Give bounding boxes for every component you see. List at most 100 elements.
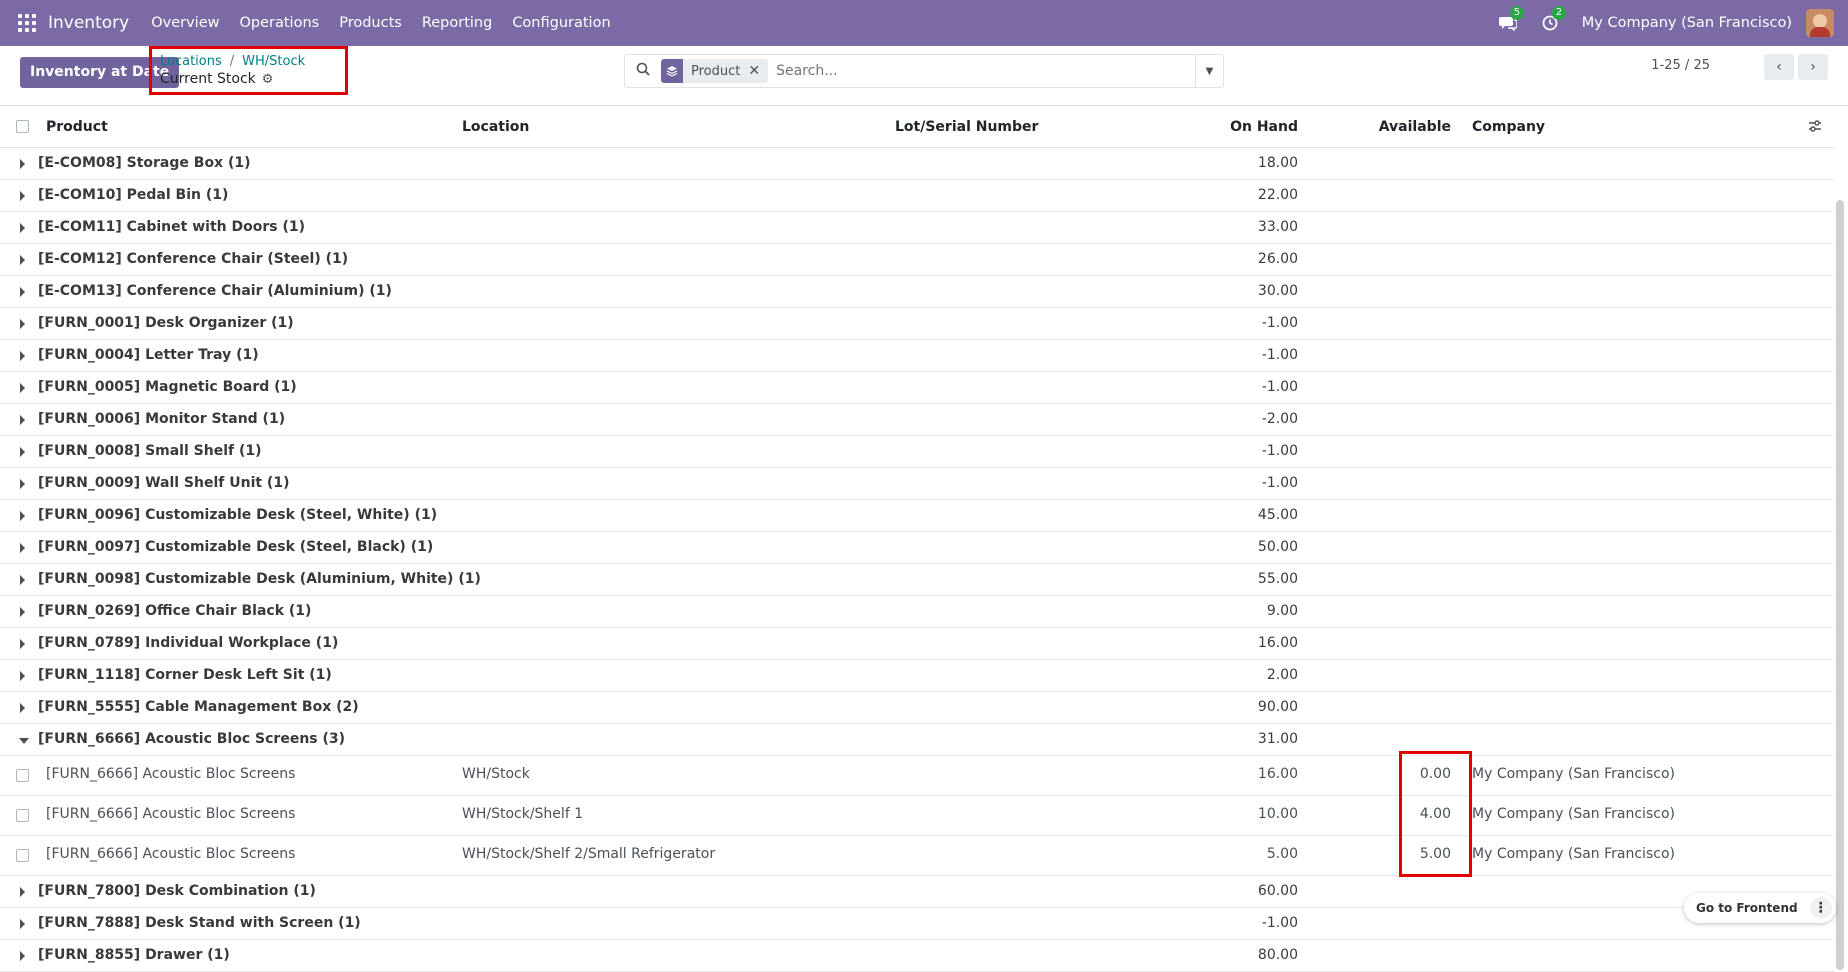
stock-list: Product Location Lot/Serial Number On Ha… [0, 106, 1834, 972]
pager-next-button[interactable]: › [1798, 54, 1828, 80]
header-product[interactable]: Product [46, 119, 108, 135]
caret-right-icon [20, 575, 25, 585]
activity-count-badge: 2 [1551, 6, 1567, 20]
group-label: [FURN_5555] Cable Management Box (2) [38, 699, 359, 715]
group-on-hand: 22.00 [1257, 187, 1298, 203]
row-checkbox[interactable] [16, 769, 29, 782]
header-company[interactable]: Company [1472, 119, 1545, 135]
cell-on-hand: 5.00 [1266, 846, 1298, 862]
caret-right-icon [20, 511, 25, 521]
group-row[interactable]: [FURN_0097] Customizable Desk (Steel, Bl… [0, 532, 1834, 564]
group-on-hand: 16.00 [1257, 635, 1298, 651]
menu-configuration[interactable]: Configuration [512, 15, 610, 31]
group-row[interactable]: [E-COM13] Conference Chair (Aluminium) (… [0, 276, 1834, 308]
app-brand[interactable]: Inventory [48, 13, 129, 33]
group-row[interactable]: [E-COM08] Storage Box (1) 18.00 [0, 148, 1834, 180]
menu-operations[interactable]: Operations [239, 15, 319, 31]
kebab-menu-icon[interactable]: ⋮ [1809, 897, 1832, 919]
caret-right-icon [20, 223, 25, 233]
group-row[interactable]: [FURN_0269] Office Chair Black (1) 9.00 [0, 596, 1834, 628]
top-navbar: Inventory Overview Operations Products R… [0, 0, 1848, 46]
chat-icon[interactable]: 5 [1498, 6, 1525, 33]
group-row[interactable]: [FURN_7888] Desk Stand with Screen (1) -1… [0, 908, 1834, 940]
menu-overview[interactable]: Overview [151, 15, 219, 31]
table-row[interactable]: [FURN_6666] Acoustic Bloc Screens WH/Stoc… [0, 756, 1834, 796]
group-row[interactable]: [FURN_5555] Cable Management Box (2) 90.0… [0, 692, 1834, 724]
group-row[interactable]: [FURN_1118] Corner Desk Left Sit (1) 2.00 [0, 660, 1834, 692]
group-row[interactable]: [FURN_0001] Desk Organizer (1) -1.00 [0, 308, 1834, 340]
breadcrumb-wh-stock[interactable]: WH/Stock [242, 54, 305, 69]
company-switcher[interactable]: My Company (San Francisco) [1582, 15, 1792, 31]
group-on-hand: -1.00 [1261, 443, 1298, 459]
group-row[interactable]: [FURN_0009] Wall Shelf Unit (1) -1.00 [0, 468, 1834, 500]
optional-columns-icon[interactable] [1808, 119, 1822, 137]
group-on-hand: 50.00 [1257, 539, 1298, 555]
pager-previous-button[interactable]: ‹ [1764, 54, 1794, 80]
caret-right-icon [20, 671, 25, 681]
group-label: [FURN_0097] Customizable Desk (Steel, Bl… [38, 539, 434, 555]
group-row[interactable]: [FURN_0006] Monitor Stand (1) -2.00 [0, 404, 1834, 436]
table-row[interactable]: [FURN_6666] Acoustic Bloc Screens WH/Stoc… [0, 836, 1834, 876]
group-row[interactable]: [FURN_8855] Drawer (1) 80.00 [0, 940, 1834, 972]
group-row[interactable]: [FURN_0098] Customizable Desk (Aluminium… [0, 564, 1834, 596]
group-on-hand: 30.00 [1257, 283, 1298, 299]
breadcrumb: Locations / WH/Stock [160, 54, 306, 69]
group-label: [E-COM10] Pedal Bin (1) [38, 187, 229, 203]
table-row[interactable]: [FURN_6666] Acoustic Bloc Screens WH/Stoc… [0, 796, 1834, 836]
group-label: [FURN_8855] Drawer (1) [38, 947, 230, 963]
header-on-hand[interactable]: On Hand [1230, 119, 1298, 135]
search-options-toggle[interactable]: ▼ [1195, 55, 1223, 87]
menu-reporting[interactable]: Reporting [422, 15, 493, 31]
group-on-hand: 18.00 [1257, 155, 1298, 171]
group-label: [FURN_0096] Customizable Desk (Steel, Wh… [38, 507, 438, 523]
group-row-expanded[interactable]: [FURN_6666] Acoustic Bloc Screens (3) 31… [0, 724, 1834, 756]
group-on-hand: 55.00 [1257, 571, 1298, 587]
facet-label: Product [691, 63, 741, 79]
group-on-hand: -1.00 [1261, 315, 1298, 331]
header-available[interactable]: Available [1379, 119, 1451, 135]
group-on-hand: 2.00 [1266, 667, 1298, 683]
caret-right-icon [20, 351, 25, 361]
caret-right-icon [20, 191, 25, 201]
select-all-checkbox[interactable] [16, 120, 29, 133]
caret-right-icon [20, 415, 25, 425]
breadcrumb-locations[interactable]: Locations [160, 54, 222, 69]
caret-right-icon [20, 383, 25, 393]
group-row[interactable]: [E-COM11] Cabinet with Doors (1) 33.00 [0, 212, 1834, 244]
chat-count-badge: 5 [1509, 6, 1525, 20]
group-label: [FURN_0005] Magnetic Board (1) [38, 379, 297, 395]
group-row[interactable]: [FURN_0096] Customizable Desk (Steel, Wh… [0, 500, 1834, 532]
group-label: [FURN_6666] Acoustic Bloc Screens (3) [38, 731, 346, 747]
user-avatar[interactable] [1806, 9, 1834, 37]
row-checkbox[interactable] [16, 849, 29, 862]
group-row[interactable]: [FURN_0005] Magnetic Board (1) -1.00 [0, 372, 1834, 404]
group-row[interactable]: [FURN_7800] Desk Combination (1) 60.00 [0, 876, 1834, 908]
pager-value[interactable]: 1-25 / 25 [1651, 58, 1710, 73]
group-on-hand: -1.00 [1261, 915, 1298, 931]
page-title: Current Stock ⚙ [160, 71, 273, 87]
available-highlight [1399, 751, 1472, 877]
group-row[interactable]: [FURN_0008] Small Shelf (1) -1.00 [0, 436, 1834, 468]
caret-right-icon [20, 703, 25, 713]
row-checkbox[interactable] [16, 809, 29, 822]
activity-clock-icon[interactable]: 2 [1540, 6, 1567, 33]
caret-right-icon [20, 447, 25, 457]
header-lot[interactable]: Lot/Serial Number [895, 119, 1038, 135]
gear-icon[interactable]: ⚙ [262, 72, 274, 87]
apps-menu-icon[interactable] [18, 14, 36, 32]
facet-remove-icon[interactable]: ✕ [748, 63, 768, 79]
group-row[interactable]: [FURN_0789] Individual Workplace (1) 16.0… [0, 628, 1834, 660]
group-on-hand: 80.00 [1257, 947, 1298, 963]
group-label: [E-COM13] Conference Chair (Aluminium) (… [38, 283, 392, 299]
group-row[interactable]: [E-COM12] Conference Chair (Steel) (1) 26… [0, 244, 1834, 276]
group-label: [FURN_1118] Corner Desk Left Sit (1) [38, 667, 332, 683]
group-row[interactable]: [E-COM10] Pedal Bin (1) 22.00 [0, 180, 1834, 212]
header-location[interactable]: Location [462, 119, 529, 135]
cell-on-hand: 10.00 [1257, 806, 1298, 822]
group-label: [E-COM11] Cabinet with Doors (1) [38, 219, 305, 235]
go-to-frontend-button[interactable]: Go to Frontend [1684, 901, 1810, 915]
vertical-scrollbar[interactable] [1836, 200, 1844, 970]
group-row[interactable]: [FURN_0004] Letter Tray (1) -1.00 [0, 340, 1834, 372]
search-input[interactable] [776, 63, 1195, 79]
menu-products[interactable]: Products [339, 15, 402, 31]
